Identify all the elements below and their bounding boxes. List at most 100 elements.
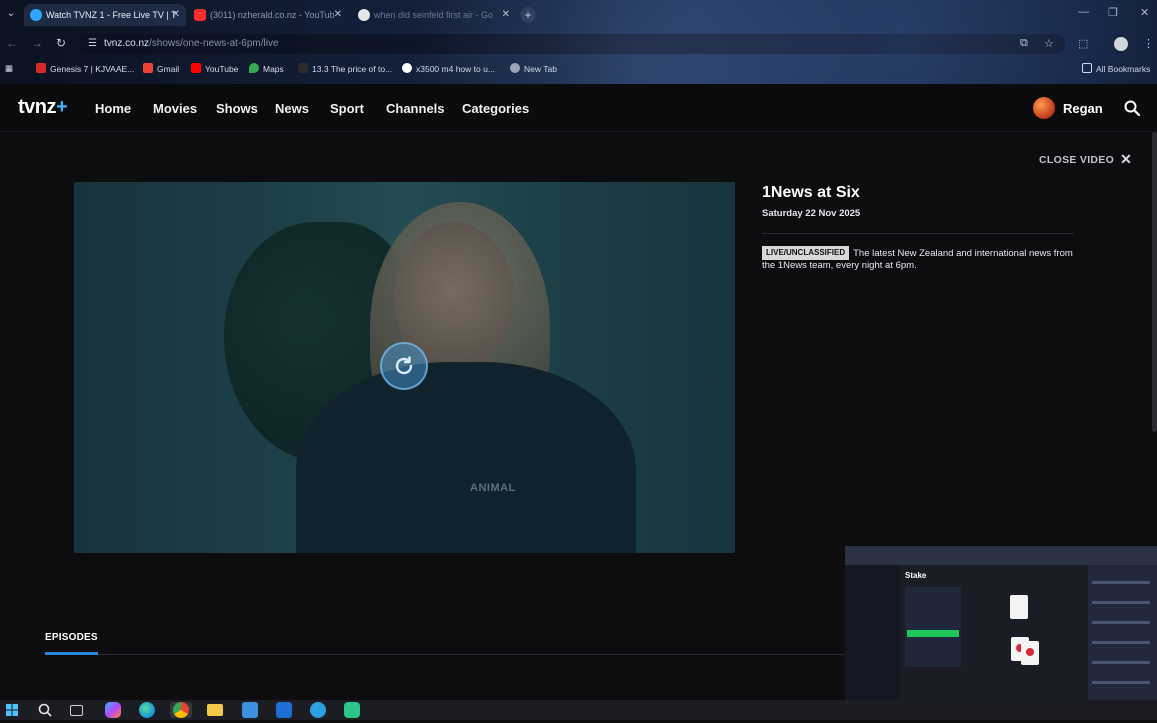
bookmark-item[interactable]: Genesis 7 | KJVAAE... (36, 63, 134, 74)
avatar (1033, 97, 1055, 119)
all-bookmarks-label: All Bookmarks (1096, 64, 1151, 74)
nav-movies[interactable]: Movies (153, 101, 197, 116)
tab-tvnz[interactable]: Watch TVNZ 1 - Free Live TV | T ✕ (24, 4, 186, 26)
bookmark-item[interactable]: x3500 m4 how to u... (402, 63, 495, 74)
chrome-menu-icon[interactable]: ⋮ (1143, 37, 1154, 50)
back-icon[interactable]: ← (6, 36, 18, 50)
site-header: tvnz+ Home Movies Shows News Sport Chann… (0, 84, 1157, 132)
tab-strip: ⌄ Watch TVNZ 1 - Free Live TV | T ✕ (301… (0, 0, 1157, 30)
magnifier-icon (38, 703, 52, 717)
logo-text: tvnz (18, 96, 57, 118)
copilot-icon[interactable] (105, 702, 121, 718)
maps-icon (249, 63, 259, 73)
pip-bet-button (907, 630, 959, 637)
outlook-icon[interactable] (276, 702, 292, 718)
app-icon[interactable] (344, 702, 360, 718)
file-explorer-icon[interactable] (207, 704, 223, 716)
browser-chrome: ⌄ Watch TVNZ 1 - Free Live TV | T ✕ (301… (0, 0, 1157, 84)
tab-title: Watch TVNZ 1 - Free Live TV | T (46, 10, 177, 20)
task-view-icon[interactable] (70, 705, 83, 716)
loading-spinner-icon (380, 342, 428, 390)
bookmark-favicon-icon (298, 63, 308, 73)
windows-logo-icon (6, 704, 18, 716)
bookmark-favicon-icon (36, 63, 46, 73)
bookmark-item[interactable]: 13.3 The price of to... (298, 63, 392, 74)
telegram-icon[interactable] (310, 702, 326, 718)
address-bar-row: ← → ↻ ☰ tvnz.co.nz/shows/one-news-at-6pm… (0, 32, 1157, 56)
close-tab-icon[interactable]: ✕ (172, 4, 180, 26)
pip-chat-line (1092, 621, 1150, 624)
address-input[interactable]: ☰ tvnz.co.nz/shows/one-news-at-6pm/live (80, 34, 1065, 54)
bookmark-label: YouTube (205, 64, 239, 74)
video-player[interactable]: ANIMAL (74, 182, 735, 553)
bookmark-label: 13.3 The price of to... (312, 64, 393, 74)
tab-title: when did seinfeld first air - Go (374, 10, 494, 20)
tabs-divider (45, 654, 845, 655)
program-description-block: LIVE/UNCLASSIFIED The latest New Zealand … (762, 246, 1074, 272)
tab-episodes[interactable]: EPISODES (45, 632, 98, 643)
divider (762, 233, 1074, 234)
tvnz-logo[interactable]: tvnz+ (18, 96, 68, 119)
bookmark-label: New Tab (524, 64, 557, 74)
tab-search-icon[interactable]: ⌄ (3, 6, 19, 22)
close-window-icon[interactable]: ✕ (1140, 6, 1149, 19)
install-app-icon[interactable]: ⧉ (1020, 37, 1028, 50)
logo-plus: + (56, 96, 68, 118)
bookmark-item[interactable]: Maps (249, 63, 284, 74)
bookmark-star-icon[interactable]: ☆ (1044, 37, 1054, 50)
new-tab-button[interactable]: + (520, 7, 536, 23)
page-scrollbar[interactable] (1152, 132, 1157, 432)
new-tab-icon (510, 63, 520, 73)
nav-sport[interactable]: Sport (330, 101, 364, 116)
maximize-icon[interactable]: ❐ (1108, 6, 1118, 19)
windows-taskbar (0, 700, 1157, 720)
youtube-favicon-icon (194, 9, 206, 21)
edge-icon[interactable] (139, 702, 155, 718)
nav-channels[interactable]: Channels (386, 101, 445, 116)
extensions-icon[interactable]: ⬚ (1078, 37, 1088, 50)
search-icon[interactable] (1124, 100, 1140, 116)
all-bookmarks[interactable]: All Bookmarks (1082, 63, 1150, 74)
chrome-icon (173, 702, 189, 718)
nav-news[interactable]: News (275, 101, 309, 116)
profile-avatar[interactable] (1114, 37, 1128, 51)
close-icon: ✕ (1120, 151, 1133, 167)
minimize-icon[interactable]: — (1078, 6, 1089, 18)
pip-chat-line (1092, 641, 1150, 644)
close-video-button[interactable]: CLOSE VIDEO ✕ (1039, 151, 1132, 168)
microsoft-store-icon[interactable] (242, 702, 258, 718)
classification-badge: LIVE/UNCLASSIFIED (762, 246, 850, 260)
chrome-taskbar-button[interactable] (170, 702, 192, 718)
close-tab-icon[interactable]: ✕ (334, 4, 342, 26)
google-favicon-icon (358, 9, 370, 21)
bookmark-label: x3500 m4 how to u... (416, 64, 495, 74)
site-info-icon[interactable]: ☰ (88, 38, 97, 49)
bookmark-label: Gmail (157, 64, 180, 74)
pip-chat-line (1092, 601, 1150, 604)
url-host: tvnz.co.nz (104, 38, 150, 49)
reload-icon[interactable]: ↻ (56, 36, 66, 50)
google-icon (402, 63, 412, 73)
nav-shows[interactable]: Shows (216, 101, 258, 116)
picture-in-picture-window[interactable]: Stake (845, 546, 1157, 720)
bookmark-item[interactable]: Gmail (143, 63, 179, 74)
windows-start-icon[interactable] (4, 702, 20, 718)
pip-sidebar (845, 565, 900, 720)
bookmark-label: Maps (263, 64, 284, 74)
bookmark-item[interactable]: YouTube (191, 63, 238, 74)
active-tab-indicator (45, 652, 98, 655)
url-text: tvnz.co.nz/shows/one-news-at-6pm/live (104, 38, 279, 49)
tab-google-search[interactable]: when did seinfeld first air - Go ✕ (352, 4, 516, 26)
taskbar-search-icon[interactable] (37, 702, 53, 718)
nav-categories[interactable]: Categories (462, 101, 529, 116)
forward-icon[interactable]: → (31, 36, 43, 50)
tab-youtube[interactable]: (3011) nzherald.co.nz - YouTub ✕ (188, 4, 348, 26)
nav-home[interactable]: Home (95, 101, 131, 116)
url-path: /shows/one-news-at-6pm/live (149, 38, 279, 49)
tvnz-favicon-icon (30, 9, 42, 21)
bookmark-item[interactable]: New Tab (510, 63, 557, 74)
apps-grid-icon[interactable]: ▦ (5, 63, 13, 74)
youtube-icon (191, 63, 201, 73)
close-tab-icon[interactable]: ✕ (502, 4, 510, 26)
program-info: 1News at Six Saturday 22 Nov 2025 LIVE/U… (762, 184, 1074, 272)
